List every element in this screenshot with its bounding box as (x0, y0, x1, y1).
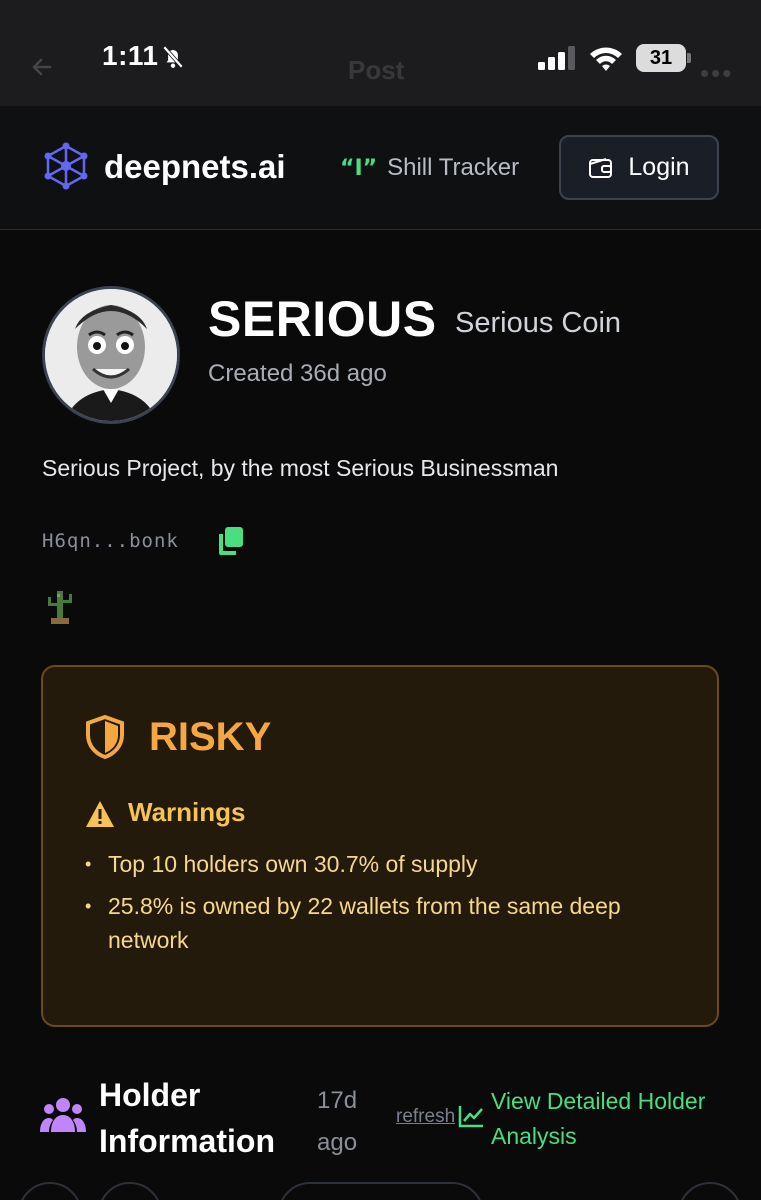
more-icon: ••• (700, 58, 734, 88)
battery-tip (687, 53, 691, 63)
bottom-pill-button[interactable] (278, 1182, 484, 1200)
users-icon (40, 1098, 86, 1132)
refresh-link[interactable]: refresh (396, 1106, 455, 1128)
holder-information-title: Holder Information (99, 1077, 275, 1159)
warning-icon (86, 801, 114, 827)
warnings-list: Top 10 holders own 30.7% of supply 25.8%… (85, 847, 685, 965)
token-avatar-image (45, 289, 177, 421)
bottom-button[interactable] (98, 1182, 162, 1200)
brand-name[interactable]: deepnets.ai (104, 148, 286, 186)
cellular-signal-icon (538, 46, 575, 70)
token-description: Serious Project, by the most Serious Bus… (42, 455, 559, 481)
login-label: Login (628, 153, 690, 181)
background-page-title: Post (348, 55, 405, 85)
deepnets-logo-icon[interactable] (42, 142, 90, 190)
line-chart-icon (458, 1106, 483, 1128)
token-created-date: Created 36d ago (208, 360, 387, 387)
view-detailed-holder-analysis-link[interactable]: View Detailed Holder Analysis (491, 1084, 741, 1154)
status-time: 1:11 (102, 40, 159, 71)
battery-indicator: 31 (636, 44, 691, 72)
shield-icon (86, 715, 124, 759)
wifi-icon (590, 47, 622, 71)
status-bar: Post ••• 1:11 31 (0, 0, 761, 106)
site-header: deepnets.ai “I” Shill Tracker Login (0, 106, 761, 230)
bottom-button[interactable] (678, 1182, 742, 1200)
token-symbol: SERIOUS (208, 291, 437, 347)
shill-tracker-label: Shill Tracker (387, 154, 520, 181)
bottom-toolbar (0, 1178, 761, 1200)
copy-icon[interactable] (215, 525, 247, 557)
warnings-title: Warnings (128, 797, 246, 827)
token-avatar (42, 286, 180, 424)
warning-item: 25.8% is owned by 22 wallets from the sa… (85, 889, 685, 957)
login-button[interactable]: Login (559, 135, 719, 200)
risk-level: RISKY (149, 715, 272, 759)
holder-data-age: 17d ago (317, 1087, 358, 1156)
wallet-icon (589, 157, 613, 178)
broadcast-icon: “I” (340, 155, 378, 181)
shill-tracker-link[interactable]: “I” Shill Tracker (340, 154, 519, 182)
back-arrow-icon (32, 58, 52, 76)
battery-level: 31 (636, 44, 686, 72)
bottom-button[interactable] (18, 1182, 82, 1200)
warning-item: Top 10 holders own 30.7% of supply (85, 847, 685, 881)
token-address: H6qn...bonk (42, 530, 179, 552)
pixel-cactus-icon[interactable] (42, 588, 78, 624)
bell-off-icon (162, 45, 184, 69)
token-name: Serious Coin (455, 307, 622, 339)
risk-assessment-card: RISKY Warnings Top 10 holders own 30.7% … (41, 665, 719, 1027)
